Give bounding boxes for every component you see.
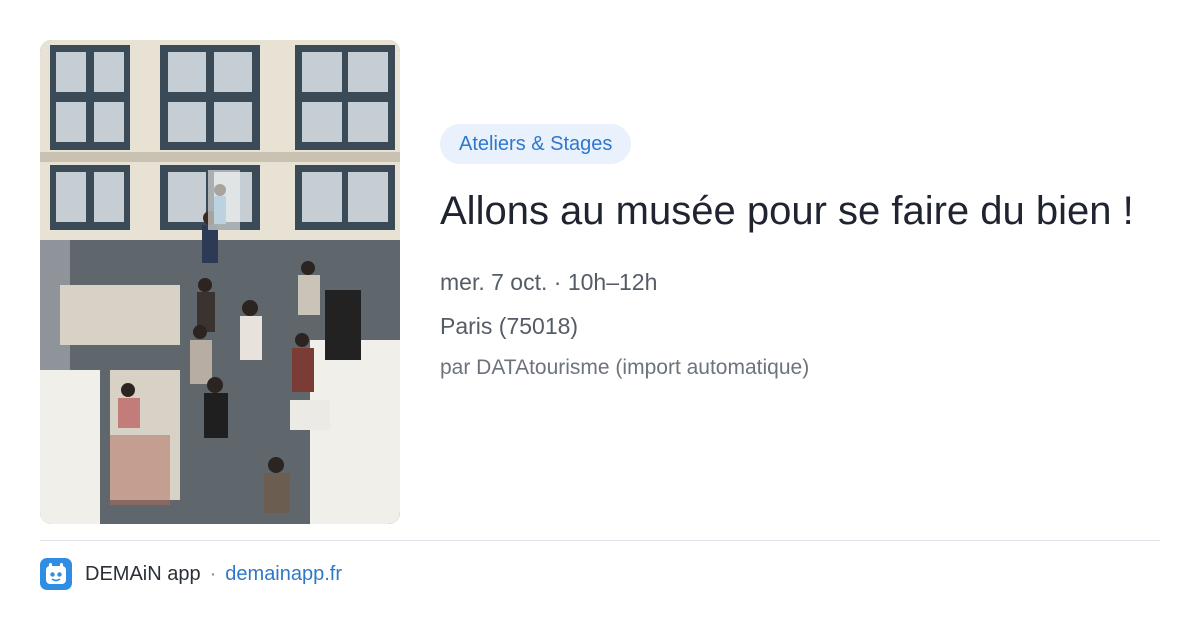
- category-badge[interactable]: Ateliers & Stages: [440, 124, 632, 164]
- event-title[interactable]: Allons au musée pour se faire du bien !: [440, 184, 1140, 238]
- footer-divider: [40, 540, 1160, 541]
- separator: ·: [209, 562, 217, 585]
- app-domain-link[interactable]: demainapp.fr: [225, 563, 342, 586]
- event-photo[interactable]: [40, 40, 400, 524]
- event-details: Ateliers & Stages Allons au musée pour s…: [440, 124, 1140, 384]
- museum-lobby-illustration: [40, 40, 400, 524]
- demain-app-icon: [40, 558, 72, 590]
- app-name: DEMAiN app: [85, 562, 201, 585]
- event-location: Paris (75018): [440, 313, 579, 339]
- event-source: par DATAtourisme (import automatique): [440, 356, 810, 379]
- footer: DEMAiN app · demainapp.fr: [40, 558, 342, 590]
- event-datetime: mer. 7 oct. · 10h–12h: [440, 269, 658, 295]
